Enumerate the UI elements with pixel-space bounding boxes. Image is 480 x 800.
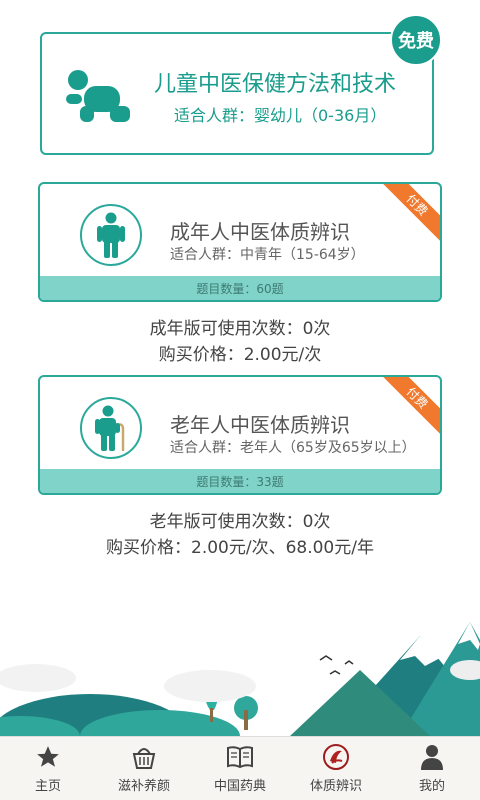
nav-label: 滋补养颜 — [117, 779, 170, 794]
senior-test-card[interactable]: 老年人中医体质辨识 适合人群：老年人（65岁及65岁以上） 题目数量：33题 付… — [38, 375, 442, 495]
nav-item-home[interactable]: 主页 — [0, 737, 96, 800]
nav-item-mine[interactable]: 我的 — [384, 737, 480, 800]
star-icon — [34, 743, 62, 771]
paid-ribbon-label: 付费 — [380, 377, 440, 437]
nav-label: 主页 — [34, 779, 61, 794]
senior-card-title: 老年人中医体质辨识 — [170, 413, 350, 437]
senior-question-count: 题目数量：33题 — [40, 469, 440, 493]
nav-label: 中国药典 — [213, 779, 266, 794]
senior-avatar-circle — [80, 397, 142, 459]
elderly-person-icon — [95, 405, 125, 451]
paid-ribbon-label: 付费 — [380, 184, 440, 244]
free-card-title: 儿童中医保健方法和技术 — [154, 72, 397, 97]
adult-card-audience: 适合人群：中青年（15-64岁） — [170, 247, 365, 263]
nav-item-tonic-beauty[interactable]: 滋补养颜 — [96, 737, 192, 800]
book-icon — [226, 743, 254, 771]
free-course-card[interactable]: 儿童中医保健方法和技术 适合人群：婴幼儿（0-36月） — [40, 32, 434, 155]
crawling-baby-icon — [66, 70, 130, 122]
adult-card-title: 成年人中医体质辨识 — [170, 220, 350, 244]
constitution-logo-icon — [322, 743, 350, 771]
nav-label: 体质辨识 — [309, 779, 362, 794]
nav-item-constitution[interactable]: 体质辨识 — [288, 737, 384, 800]
senior-uses-left: 老年版可使用次数：0次 — [149, 512, 331, 532]
adult-price: 购买价格：2.00元/次 — [158, 345, 322, 365]
senior-card-audience: 适合人群：老年人（65岁及65岁以上） — [170, 440, 416, 456]
landscape-illustration — [0, 622, 480, 736]
paid-ribbon: 付费 — [380, 184, 440, 244]
adult-question-count: 题目数量：60题 — [40, 276, 440, 300]
adult-test-card[interactable]: 成年人中医体质辨识 适合人群：中青年（15-64岁） 题目数量：60题 付费 — [38, 182, 442, 302]
free-badge: 免费 — [390, 14, 442, 66]
adult-person-icon — [97, 212, 125, 258]
basket-icon — [130, 743, 158, 771]
free-card-audience: 适合人群：婴幼儿（0-36月） — [174, 106, 387, 125]
user-icon — [418, 743, 446, 771]
nav-label: 我的 — [418, 779, 445, 794]
paid-ribbon: 付费 — [380, 377, 440, 437]
bottom-navigation: 主页 滋补养颜 中国药典 体质辨识 我的 — [0, 736, 480, 800]
nav-item-pharmacopoeia[interactable]: 中国药典 — [192, 737, 288, 800]
adult-avatar-circle — [80, 204, 142, 266]
adult-uses-left: 成年版可使用次数：0次 — [149, 319, 331, 339]
senior-price: 购买价格：2.00元/次、68.00元/年 — [106, 538, 374, 558]
